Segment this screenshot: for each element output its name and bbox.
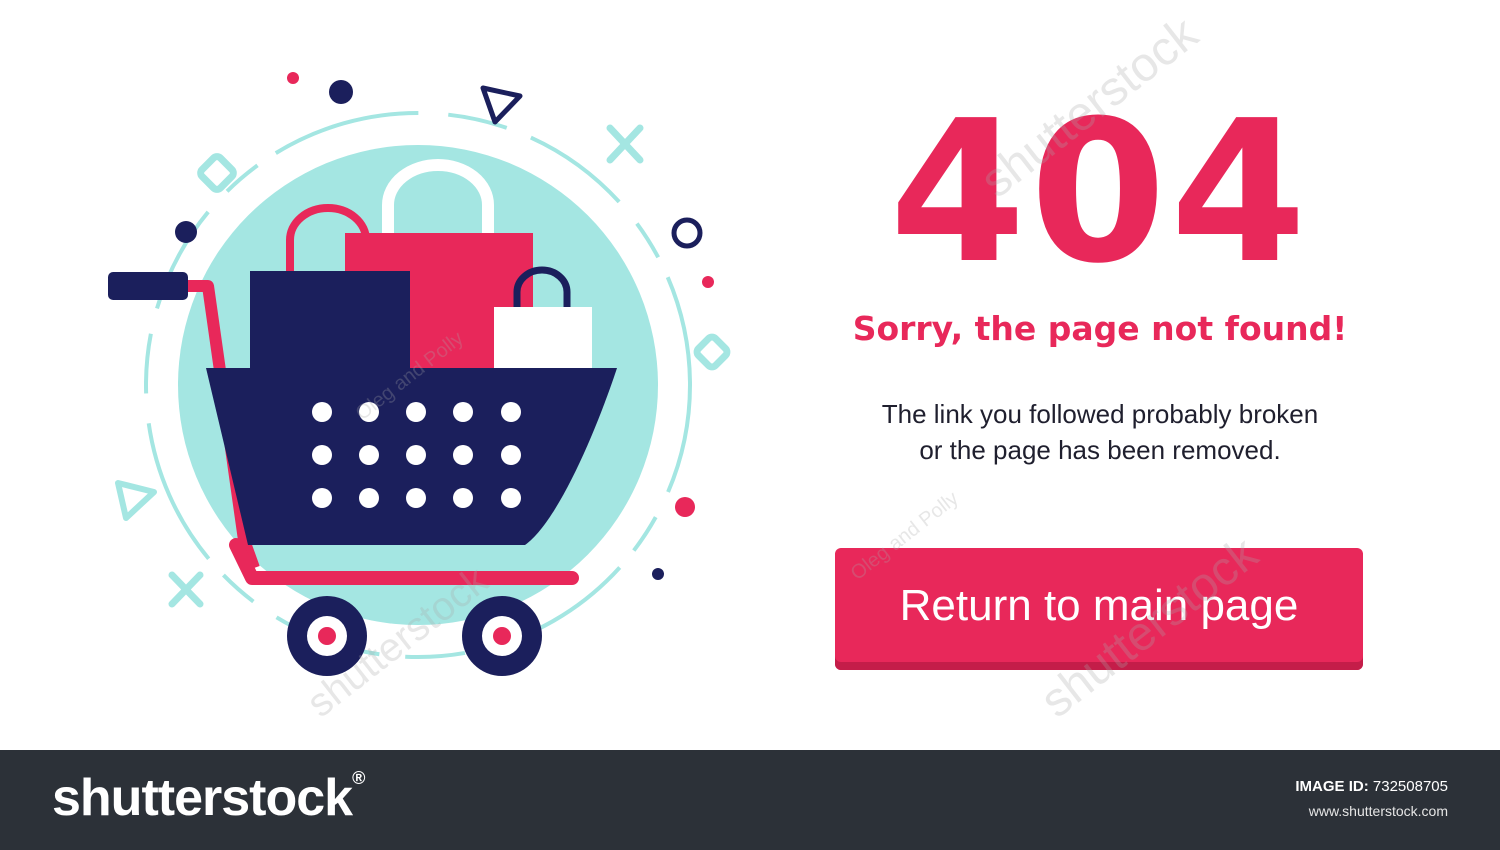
cart-wheel-left (287, 596, 367, 676)
error-message-line: or the page has been removed. (919, 435, 1281, 465)
cart-wheel-right (462, 596, 542, 676)
diamond-icon (693, 333, 731, 371)
error-headline: Sorry, the page not found! (852, 309, 1348, 348)
dot-icon (675, 497, 695, 517)
stock-footer: shutterstock® IMAGE ID: 732508705 www.sh… (0, 750, 1500, 850)
dot-icon (175, 221, 197, 243)
error-content: 404 Sorry, the page not found! The link … (820, 95, 1380, 468)
dot-icon (287, 72, 299, 84)
error-message-line: The link you followed probably broken (881, 399, 1319, 429)
return-to-main-page-button[interactable]: Return to main page (835, 548, 1363, 670)
triangle-icon (115, 480, 157, 521)
cross-icon (606, 124, 644, 164)
brand-name: shutterstock (52, 769, 353, 827)
ring-icon (671, 217, 703, 249)
error-page: 404 Sorry, the page not found! The link … (0, 0, 1500, 850)
error-code: 404 (889, 79, 1311, 307)
error-message: The link you followed probably broken or… (820, 396, 1380, 468)
dot-icon (329, 80, 353, 104)
shopping-cart-illustration (108, 72, 731, 676)
dot-icon (652, 568, 664, 580)
image-id-label: IMAGE ID: (1295, 778, 1369, 795)
triangle-icon (480, 85, 523, 125)
image-id-value: 732508705 (1372, 778, 1448, 795)
dot-icon (702, 276, 714, 288)
cross-icon (168, 571, 204, 608)
shutterstock-logo: shutterstock® (52, 768, 365, 828)
brand-mark: ® (352, 768, 365, 788)
site-url: www.shutterstock.com (1308, 803, 1448, 819)
image-id-block: IMAGE ID: 732508705 www.shutterstock.com (1295, 778, 1448, 819)
